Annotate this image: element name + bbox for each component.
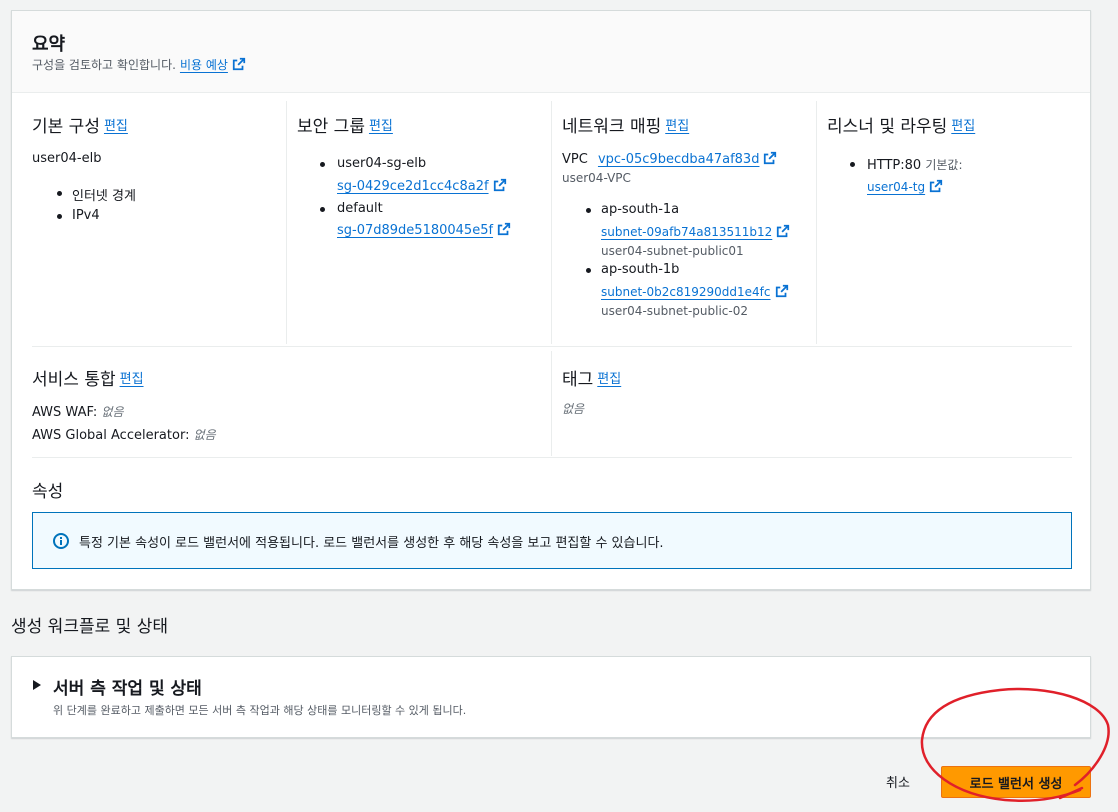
subnet-name: user04-subnet-public-02 — [601, 304, 748, 318]
listener-protocol: HTTP:80 — [867, 158, 922, 173]
waf-label: AWS WAF: — [32, 405, 98, 420]
subnet-row: subnet-09afb74a813511b12 — [601, 224, 790, 239]
bullet — [57, 191, 62, 196]
subnet-row: subnet-0b2c819290dd1e4fc — [601, 284, 789, 299]
summary-panel: 요약 구성을 검토하고 확인합니다. 비용 예상 기본 구성 편집 user04-e… — [11, 10, 1091, 590]
external-link-icon[interactable] — [493, 178, 507, 192]
service-integrations-title: 서비스 통합 편집 — [32, 365, 144, 390]
lb-name: user04-elb — [32, 151, 102, 166]
availability-zone: ap-south-1b — [601, 262, 680, 277]
basic-config-label: 기본 구성 — [32, 117, 100, 137]
availability-zone: ap-south-1a — [601, 202, 680, 217]
vpc-label: VPC — [562, 152, 588, 167]
security-group-name: user04-sg-elb — [337, 156, 427, 171]
tags-label: 태그 — [562, 370, 594, 390]
server-side-tasks-panel[interactable]: 서버 측 작업 및 상태 위 단계를 완료하고 제출하면 모든 서버 측 작업과… — [11, 656, 1091, 738]
bullet — [320, 162, 325, 167]
bullet — [850, 162, 855, 167]
attributes-info-text: 특정 기본 속성이 로드 밸런서에 적용됩니다. 로드 밸런서를 생성한 후 해… — [79, 536, 664, 551]
create-load-balancer-button[interactable]: 로드 밸런서 생성 — [941, 766, 1091, 798]
tags-edit-link[interactable]: 편집 — [597, 372, 621, 387]
attributes-title: 속성 — [32, 482, 64, 502]
external-link-icon[interactable] — [775, 284, 789, 298]
subnet-name: user04-subnet-public01 — [601, 244, 744, 258]
target-group-row: user04-tg — [867, 179, 943, 194]
external-link-icon[interactable] — [232, 57, 246, 71]
vpc-link[interactable]: vpc-05c9becdba47af83d — [598, 152, 760, 167]
tags-value: 없음 — [562, 402, 585, 416]
vpc-row: VPC vpc-05c9becdba47af83d — [562, 151, 777, 167]
row-divider — [32, 346, 1072, 347]
security-group-id: sg-0429ce2d1cc4c8a2f — [337, 178, 507, 194]
bullet — [586, 268, 591, 273]
external-link-icon[interactable] — [929, 179, 943, 193]
listeners-label: 리스너 및 라우팅 — [827, 117, 948, 137]
scheme-value: 인터넷 경계 — [72, 189, 136, 204]
cost-estimate-link[interactable]: 비용 예상 — [180, 58, 228, 72]
tags-title: 태그 편집 — [562, 365, 621, 390]
security-group-name: default — [337, 201, 383, 216]
target-group-link[interactable]: user04-tg — [867, 180, 925, 194]
security-group-link[interactable]: sg-07d89de5180045e5f — [337, 223, 493, 238]
listeners-edit-link[interactable]: 편집 — [951, 119, 975, 134]
external-link-icon[interactable] — [763, 151, 777, 165]
security-groups-title: 보안 그룹 편집 — [297, 112, 393, 137]
attributes-info-alert: 특정 기본 속성이 로드 밸런서에 적용됩니다. 로드 밸런서를 생성한 후 해… — [32, 512, 1072, 569]
column-divider — [551, 351, 552, 456]
listeners-title: 리스너 및 라우팅 편집 — [827, 112, 975, 137]
bullet — [320, 207, 325, 212]
bullet — [57, 214, 62, 219]
service-integrations-edit-link[interactable]: 편집 — [120, 372, 144, 387]
global-accelerator-label: AWS Global Accelerator: — [32, 428, 190, 443]
security-group-id: sg-07d89de5180045e5f — [337, 222, 511, 238]
workflow-section-title: 생성 워크플로 및 상태 — [11, 617, 168, 637]
network-mapping-title: 네트워크 매핑 편집 — [562, 112, 689, 137]
summary-header: 요약 구성을 검토하고 확인합니다. 비용 예상 — [12, 11, 1090, 93]
network-mapping-edit-link[interactable]: 편집 — [665, 119, 689, 134]
security-groups-label: 보안 그룹 — [297, 117, 365, 137]
server-side-tasks-description: 위 단계를 완료하고 제출하면 모든 서버 측 작업과 해당 상태를 모니터링할… — [53, 704, 467, 717]
summary-description-text: 구성을 검토하고 확인합니다. — [32, 58, 176, 72]
column-divider — [286, 101, 287, 344]
security-group-link[interactable]: sg-0429ce2d1cc4c8a2f — [337, 179, 489, 194]
subnet-link[interactable]: subnet-09afb74a813511b12 — [601, 225, 772, 239]
external-link-icon[interactable] — [497, 222, 511, 236]
caret-right-icon[interactable] — [33, 680, 41, 690]
vpc-name: user04-VPC — [562, 171, 631, 185]
security-groups-edit-link[interactable]: 편집 — [369, 119, 393, 134]
external-link-icon[interactable] — [776, 224, 790, 238]
summary-title: 요약 — [32, 34, 66, 55]
column-divider — [816, 101, 817, 344]
info-icon — [53, 533, 69, 549]
cancel-button[interactable]: 취소 — [870, 766, 926, 796]
global-accelerator-value: 없음 — [193, 428, 216, 442]
column-divider — [551, 101, 552, 344]
basic-config-title: 기본 구성 편집 — [32, 112, 128, 137]
waf-row: AWS WAF: 없음 — [32, 403, 124, 420]
server-side-tasks-title[interactable]: 서버 측 작업 및 상태 — [53, 674, 202, 699]
row-divider — [32, 457, 1072, 458]
default-action-label: 기본값: — [925, 158, 963, 172]
waf-value: 없음 — [101, 405, 124, 419]
service-integrations-label: 서비스 통합 — [32, 370, 116, 390]
basic-config-edit-link[interactable]: 편집 — [104, 119, 128, 134]
bullet — [586, 208, 591, 213]
ip-type-value: IPv4 — [72, 208, 100, 223]
listener-row: HTTP:80 기본값: — [867, 156, 963, 173]
global-accelerator-row: AWS Global Accelerator: 없음 — [32, 426, 216, 443]
summary-description: 구성을 검토하고 확인합니다. 비용 예상 — [32, 56, 246, 73]
network-mapping-label: 네트워크 매핑 — [562, 117, 662, 137]
subnet-link[interactable]: subnet-0b2c819290dd1e4fc — [601, 285, 771, 299]
